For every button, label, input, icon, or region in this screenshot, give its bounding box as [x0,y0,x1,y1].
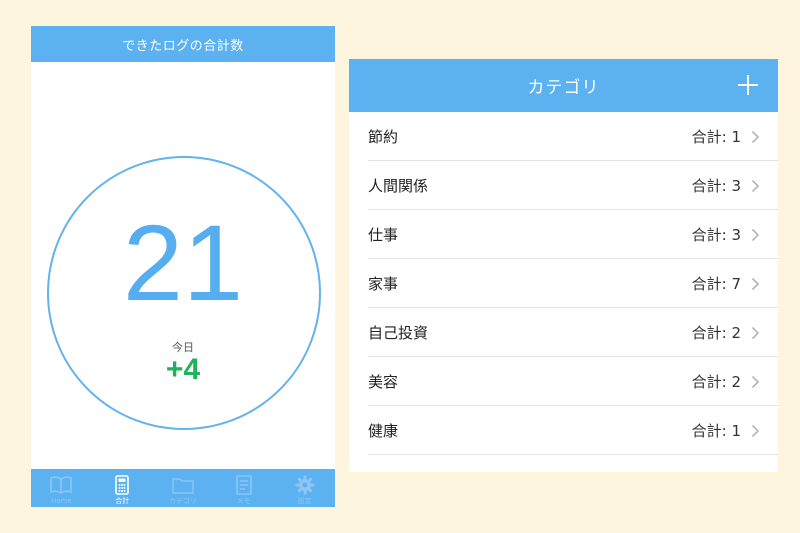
category-total: 合計: 2 [691,373,741,391]
folder-icon [172,478,194,494]
tab-memo-label: メモ [236,497,251,505]
category-total: 合計: 1 [691,128,741,146]
gear-icon [295,475,315,495]
category-name: 節約 [368,128,399,146]
tab-settings[interactable]: 設定 [274,469,335,507]
tab-home-label: Home [51,497,72,505]
tab-memo[interactable]: メモ [213,469,274,507]
category-row[interactable]: 自己投資 合計: 2 [349,308,778,357]
chevron-right-icon [751,130,760,143]
tab-category[interactable]: カテゴリ [153,469,214,507]
category-row[interactable]: 人間関係 合計: 3 [349,161,778,210]
category-name: 仕事 [368,226,399,244]
category-list: 節約 合計: 1 人間関係 合計: 3 仕事 合計: 3 家事 合計: 7 自己… [349,112,778,455]
category-total: 合計: 2 [691,324,741,342]
book-icon [50,476,73,494]
tab-category-label: カテゴリ [168,497,197,505]
category-screen: カテゴリ 節約 合計: 1 人間関係 合計: 3 仕事 合計: 3 家事 合計:… [349,59,778,472]
category-name: 健康 [368,422,399,440]
category-total: 合計: 7 [691,275,741,293]
category-row[interactable]: 節約 合計: 1 [349,112,778,161]
category-row[interactable]: 仕事 合計: 3 [349,210,778,259]
category-row[interactable]: 家事 合計: 7 [349,259,778,308]
total-screen-title: できたログの合計数 [122,38,244,54]
category-name: 美容 [368,373,399,391]
category-screen-header: カテゴリ [349,59,778,112]
category-total: 合計: 1 [691,422,741,440]
category-name: 家事 [368,275,399,293]
tab-bar: Home 合計 カテゴリ メモ 設定 [31,469,335,507]
total-screen: できたログの合計数 21 今日 +4 Home 合計 カテゴリ メモ 設定 [31,26,335,507]
chevron-right-icon [751,424,760,437]
memo-icon [235,475,252,495]
category-name: 人間関係 [368,177,429,195]
category-screen-title: カテゴリ [527,78,600,98]
total-count: 21 [122,202,244,323]
tab-total-label: 合計 [115,497,130,505]
screenshot-stage: できたログの合計数 21 今日 +4 Home 合計 カテゴリ メモ 設定 カテ… [0,0,800,533]
category-total: 合計: 3 [691,177,741,195]
total-screen-header: できたログの合計数 [31,26,335,62]
tab-home[interactable]: Home [31,469,92,507]
chevron-right-icon [751,228,760,241]
category-name: 自己投資 [368,324,429,342]
category-row[interactable]: 美容 合計: 2 [349,357,778,406]
tab-total[interactable]: 合計 [92,469,153,507]
chevron-right-icon [751,277,760,290]
category-row[interactable]: 健康 合計: 1 [349,406,778,455]
chevron-right-icon [751,326,760,339]
chevron-right-icon [751,179,760,192]
today-delta: +4 [165,353,201,386]
calculator-icon [115,475,129,495]
chevron-right-icon [751,375,760,388]
plus-icon[interactable] [736,73,760,97]
category-total: 合計: 3 [691,226,741,244]
tab-settings-label: 設定 [297,497,312,505]
